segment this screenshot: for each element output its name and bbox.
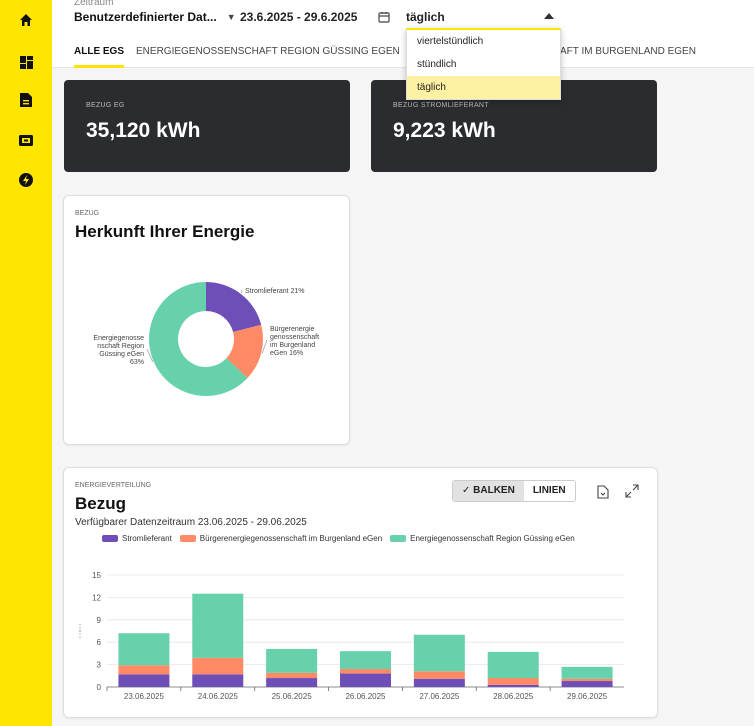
wallet-icon[interactable] bbox=[16, 130, 36, 150]
calendar-icon[interactable] bbox=[378, 10, 390, 23]
period-select-value: Benutzerdefinierter Dat... bbox=[74, 10, 217, 24]
x-tick-label: 26.06.2025 bbox=[345, 692, 386, 701]
chevron-down-icon: ▼ bbox=[226, 12, 236, 22]
dashboard-icon[interactable] bbox=[16, 52, 36, 72]
bar-segment[interactable] bbox=[118, 665, 170, 675]
sidebar bbox=[0, 0, 52, 726]
x-tick-label: 24.06.2025 bbox=[198, 692, 239, 701]
tab-burgenland[interactable]: AFT IM BURGENLAND EGEN bbox=[560, 46, 696, 57]
bar-segment[interactable] bbox=[192, 593, 244, 658]
bar-segment[interactable] bbox=[561, 678, 613, 682]
dropdown-option-stuendlich[interactable]: stündlich bbox=[407, 53, 560, 76]
chevron-up-icon[interactable] bbox=[544, 13, 554, 19]
x-tick-label: 27.06.2025 bbox=[419, 692, 460, 701]
kpi-value: 9,223 kWh bbox=[393, 119, 496, 142]
dropdown-option-viertelstuendlich[interactable]: viertelstündlich bbox=[407, 30, 560, 53]
y-tick-label: 12 bbox=[92, 593, 101, 602]
x-tick-label: 25.06.2025 bbox=[272, 692, 313, 701]
tab-region-guessing[interactable]: ENERGIEGENOSSENSCHAFT REGION GÜSSING EGE… bbox=[136, 46, 400, 68]
kpi-label: BEZUG STROMLIEFERANT bbox=[393, 102, 489, 109]
kpi-card-bezug-eg: BEZUG EG 35,120 kWh bbox=[64, 80, 350, 172]
home-icon[interactable] bbox=[16, 10, 36, 30]
y-tick-label: 0 bbox=[97, 683, 102, 692]
donut-label: Energiegenosse nschaft Region Güssing eGen… bbox=[93, 335, 144, 366]
x-tick-label: 29.06.2025 bbox=[567, 692, 608, 701]
bar-segment[interactable] bbox=[487, 678, 539, 685]
interval-dropdown-menu: viertelstündlich stündlich täglich bbox=[406, 28, 561, 100]
donut-label: Bürgerenergie genossenschaft im Burgenland… bbox=[270, 326, 319, 357]
x-tick-label: 28.06.2025 bbox=[493, 692, 534, 701]
bar-segment[interactable] bbox=[118, 674, 170, 687]
y-tick-label: 3 bbox=[97, 661, 102, 670]
herkunft-card: BEZUG Herkunft Ihrer Energie Stromliefer… bbox=[63, 195, 350, 445]
bar-segment[interactable] bbox=[340, 651, 391, 670]
donut-label: Stromlieferant 21% bbox=[245, 288, 305, 295]
document-icon[interactable] bbox=[16, 90, 36, 110]
stacked-bar-chart: 0 3 6 9 12 15 23.06.2025 24.06.2025 25.06.2025 26… bbox=[92, 571, 624, 701]
bar-segment[interactable] bbox=[413, 671, 465, 679]
bar-segment[interactable] bbox=[192, 657, 244, 675]
bar-segment[interactable] bbox=[118, 633, 170, 666]
bar-segment[interactable] bbox=[413, 634, 465, 672]
bar-segment[interactable] bbox=[561, 666, 613, 679]
eg-tabs: ALLE EGS ENERGIEGENOSSENSCHAFT REGION GÜ… bbox=[74, 46, 412, 68]
top-bar: Zeitraum Benutzerdefinierter Dat... ▼ 23… bbox=[52, 0, 754, 68]
kpi-value: 35,120 kWh bbox=[86, 119, 201, 142]
dropdown-option-taeglich[interactable]: täglich bbox=[407, 76, 560, 99]
y-tick-label: 15 bbox=[92, 571, 101, 580]
interval-select[interactable]: täglich bbox=[406, 10, 445, 24]
y-tick-label: 9 bbox=[97, 616, 102, 625]
bar-segment[interactable] bbox=[340, 669, 391, 674]
bar-segment[interactable] bbox=[487, 684, 539, 687]
period-select[interactable]: Benutzerdefinierter Dat... ▼ bbox=[74, 10, 236, 24]
bar-segment[interactable] bbox=[266, 648, 318, 673]
bar-segment[interactable] bbox=[561, 681, 613, 687]
energy-icon[interactable] bbox=[16, 170, 36, 190]
bar-segment[interactable] bbox=[192, 674, 244, 687]
energieverteilung-card: ENERGIEVERTEILUNG Bezug Verfügbarer Date… bbox=[63, 467, 658, 718]
bar-segment[interactable] bbox=[340, 673, 391, 687]
zeitraum-label: Zeitraum bbox=[74, 0, 114, 8]
bar-segment[interactable] bbox=[266, 672, 318, 679]
date-range[interactable]: 23.6.2025 - 29.6.2025 bbox=[240, 10, 357, 24]
kpi-label: BEZUG EG bbox=[86, 102, 125, 109]
bar-segment[interactable] bbox=[487, 651, 539, 679]
donut-chart: Stromlieferant 21% Bürgerenergie genossens… bbox=[93, 282, 319, 396]
bar-segment[interactable] bbox=[266, 678, 318, 687]
y-tick-label: 6 bbox=[97, 638, 102, 647]
tab-alle-egs[interactable]: ALLE EGS bbox=[74, 46, 125, 68]
bar-segment[interactable] bbox=[413, 678, 465, 687]
x-tick-label: 23.06.2025 bbox=[124, 692, 165, 701]
